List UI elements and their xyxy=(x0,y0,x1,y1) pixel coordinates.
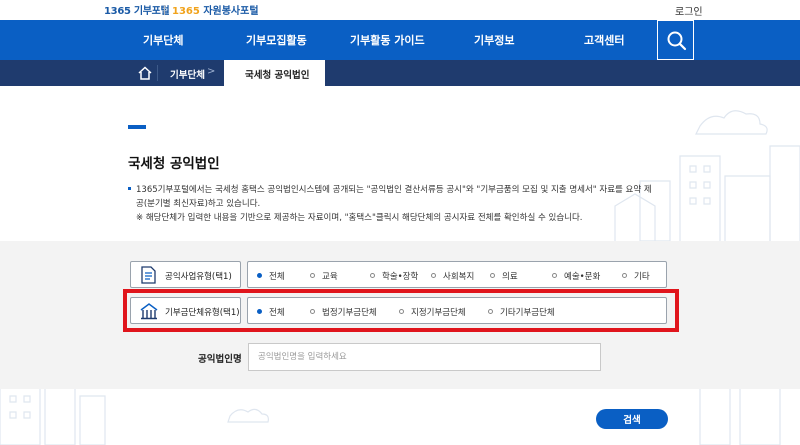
volunteer-portal-logo[interactable]: 1365 자원봉사포털 xyxy=(172,2,259,17)
radio-label: 예술•문화 xyxy=(564,272,601,282)
document-icon xyxy=(141,266,156,284)
nav-item-fundraising[interactable]: 기부모집활동 xyxy=(246,32,307,48)
nav-item-donation-info[interactable]: 기부정보 xyxy=(474,32,514,48)
description-note: ※ 해당단체가 입력한 내용을 기반으로 제공하는 자료이며, "홈택스"클릭시… xyxy=(136,213,583,223)
business-type-label: 공익사업유형(택1) xyxy=(130,261,241,288)
radio-label: 학술•장학 xyxy=(382,272,419,282)
radio-label: 의료 xyxy=(502,272,518,282)
nav-item-donation-orgs[interactable]: 기부단체 xyxy=(143,32,183,48)
breadcrumb-divider xyxy=(157,65,158,81)
title-accent-bar xyxy=(128,125,146,129)
radio-label: 기타 xyxy=(634,272,650,282)
radio-dot xyxy=(552,273,557,278)
radio-dot xyxy=(370,273,375,278)
radio-label: 교육 xyxy=(322,272,338,282)
top-utility-bar: 1365 기부포털 1365 자원봉사포털 로그인 xyxy=(0,0,800,20)
breadcrumb: 기부단체 > xyxy=(0,60,800,86)
radio-dot xyxy=(310,273,315,278)
highlight-annotation-box xyxy=(123,289,679,332)
nav-item-customer-center[interactable]: 고객센터 xyxy=(584,32,624,48)
search-submit-button[interactable]: 검색 xyxy=(596,409,668,429)
org-name-label: 공익법인명 xyxy=(198,354,242,365)
breadcrumb-current[interactable]: 국세청 공익법인 xyxy=(224,60,325,86)
breadcrumb-level2: 국세청 공익법인 xyxy=(245,70,310,81)
radio-dot xyxy=(431,273,436,278)
search-icon xyxy=(667,31,687,51)
radio-dot xyxy=(257,273,262,278)
description-line: 1365기부포털에서는 국세청 홈택스 공익법인시스템에 공개되는 "공익법인 … xyxy=(136,185,652,195)
business-type-label-text: 공익사업유형(택1) xyxy=(165,272,232,282)
radio-label: 전체 xyxy=(269,272,285,282)
logo-number: 1365 xyxy=(172,6,200,17)
radio-dot xyxy=(490,273,495,278)
login-link[interactable]: 로그인 xyxy=(675,3,703,18)
business-type-options: 전체 교육 학술•장학 사회복지 의료 예술•문화 기타 xyxy=(247,261,667,288)
chevron-right-icon: > xyxy=(207,66,216,77)
org-name-input[interactable] xyxy=(248,343,601,371)
bullet-icon xyxy=(128,187,131,190)
nav-item-guide[interactable]: 기부활동 가이드 xyxy=(350,32,425,48)
breadcrumb-level1[interactable]: 기부단체 xyxy=(170,67,205,81)
page-title: 국세청 공익법인 xyxy=(128,156,220,172)
radio-business-all[interactable]: 전체 xyxy=(257,270,285,282)
logo-text: 자원봉사포털 xyxy=(203,6,259,17)
radio-label: 사회복지 xyxy=(443,272,475,282)
radio-dot xyxy=(622,273,627,278)
logo-divider xyxy=(164,5,165,15)
radio-business-education[interactable]: 교육 xyxy=(310,270,338,282)
radio-business-welfare[interactable]: 사회복지 xyxy=(431,270,474,282)
radio-business-scholarship[interactable]: 학술•장학 xyxy=(370,270,418,282)
radio-business-arts[interactable]: 예술•문화 xyxy=(552,270,600,282)
donation-portal-logo[interactable]: 1365 기부포털 xyxy=(104,2,170,17)
radio-business-medical[interactable]: 의료 xyxy=(490,270,518,282)
description-line: 공(분기별 최신자료)하고 있습니다. xyxy=(136,199,261,209)
logo-number: 1365 xyxy=(104,6,131,17)
nav-search-button[interactable] xyxy=(657,20,694,60)
radio-business-other[interactable]: 기타 xyxy=(622,270,650,282)
home-icon[interactable] xyxy=(137,65,153,81)
